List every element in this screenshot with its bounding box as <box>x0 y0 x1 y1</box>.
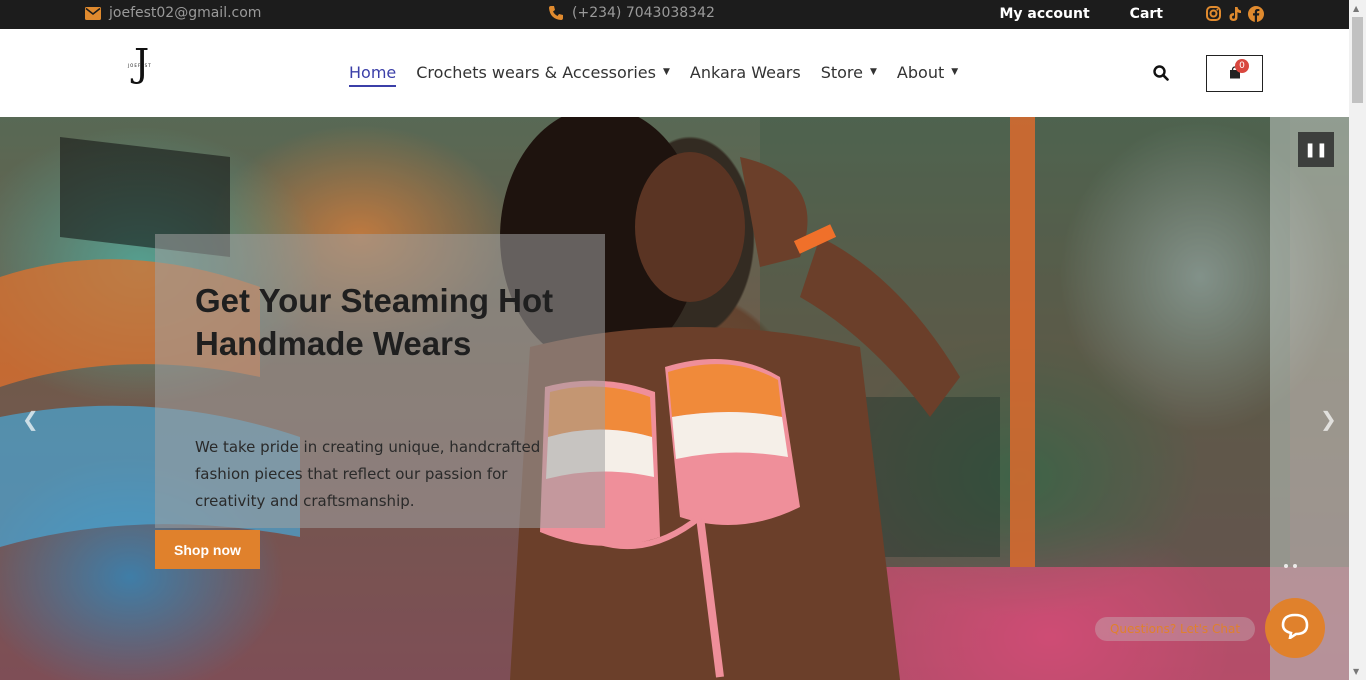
slider-dot[interactable] <box>1284 564 1288 568</box>
hero-caption-box: Get Your Steaming Hot Handmade Wears We … <box>155 234 605 528</box>
contact-phone[interactable]: (+234) 7043038342 <box>548 5 715 21</box>
slider-prev-arrow-icon[interactable]: ❮ <box>22 407 39 431</box>
main-nav: Home Crochets wears & Accessories ▼ Anka… <box>349 59 978 87</box>
nav-label: Ankara Wears <box>689 62 801 82</box>
facebook-icon[interactable] <box>1247 5 1264 22</box>
my-account-link[interactable]: My account <box>999 6 1089 22</box>
nav-item-store[interactable]: Store ▼ <box>821 59 877 85</box>
site-header: J JOEFEST Home Crochets wears & Accessor… <box>0 29 1349 117</box>
chat-prompt[interactable]: Questions? Let's Chat <box>1095 617 1255 641</box>
shop-now-button[interactable]: Shop now <box>155 530 260 569</box>
slider-next-arrow-icon[interactable]: ❯ <box>1320 407 1337 431</box>
nav-label: Home <box>349 62 397 82</box>
nav-item-home[interactable]: Home <box>349 59 397 87</box>
slider-dots[interactable] <box>1284 564 1297 568</box>
contact-email[interactable]: joefest02@gmail.com <box>85 5 261 21</box>
chat-bubble-icon <box>1281 613 1309 643</box>
hero-description: We take pride in creating unique, handcr… <box>195 438 541 510</box>
logo-wordmark: JOEFEST <box>128 63 152 68</box>
chat-button[interactable] <box>1265 598 1325 658</box>
nav-item-ankara[interactable]: Ankara Wears <box>690 59 801 85</box>
nav-item-about[interactable]: About ▼ <box>897 59 958 85</box>
scroll-down-icon[interactable]: ▼ <box>1353 667 1359 676</box>
search-icon[interactable] <box>1153 65 1169 81</box>
nav-label: About <box>896 62 945 82</box>
nav-label: Crochets wears & Accessories <box>416 62 656 82</box>
phone-text: (+234) 7043038342 <box>572 5 715 21</box>
slider-dot[interactable] <box>1293 564 1297 568</box>
hero-title: Get Your Steaming Hot Handmade Wears <box>195 282 554 362</box>
caret-down-icon: ▼ <box>662 67 670 77</box>
scrollbar-thumb[interactable] <box>1352 17 1363 103</box>
tiktok-icon[interactable] <box>1226 5 1243 22</box>
caret-down-icon: ▼ <box>870 67 877 77</box>
cart-button[interactable]: 0 <box>1206 55 1263 92</box>
caret-down-icon: ▼ <box>951 67 959 77</box>
phone-icon <box>548 5 564 21</box>
instagram-icon[interactable] <box>1205 5 1222 22</box>
envelope-icon <box>85 6 101 20</box>
site-logo[interactable]: J JOEFEST <box>126 41 162 91</box>
nav-label: Store <box>820 62 863 82</box>
email-text: joefest02@gmail.com <box>109 5 262 21</box>
top-bar: joefest02@gmail.com (+234) 7043038342 My… <box>0 0 1349 29</box>
scroll-up-icon[interactable]: ▲ <box>1353 4 1359 13</box>
nav-item-crochets[interactable]: Crochets wears & Accessories ▼ <box>416 59 670 85</box>
page-scrollbar[interactable]: ▲ ▼ <box>1349 0 1366 680</box>
pause-icon: ❚❚ <box>1304 141 1328 158</box>
slider-pause-button[interactable]: ❚❚ <box>1298 132 1334 167</box>
cart-count-badge: 0 <box>1235 59 1249 73</box>
cart-link[interactable]: Cart <box>1130 6 1163 22</box>
